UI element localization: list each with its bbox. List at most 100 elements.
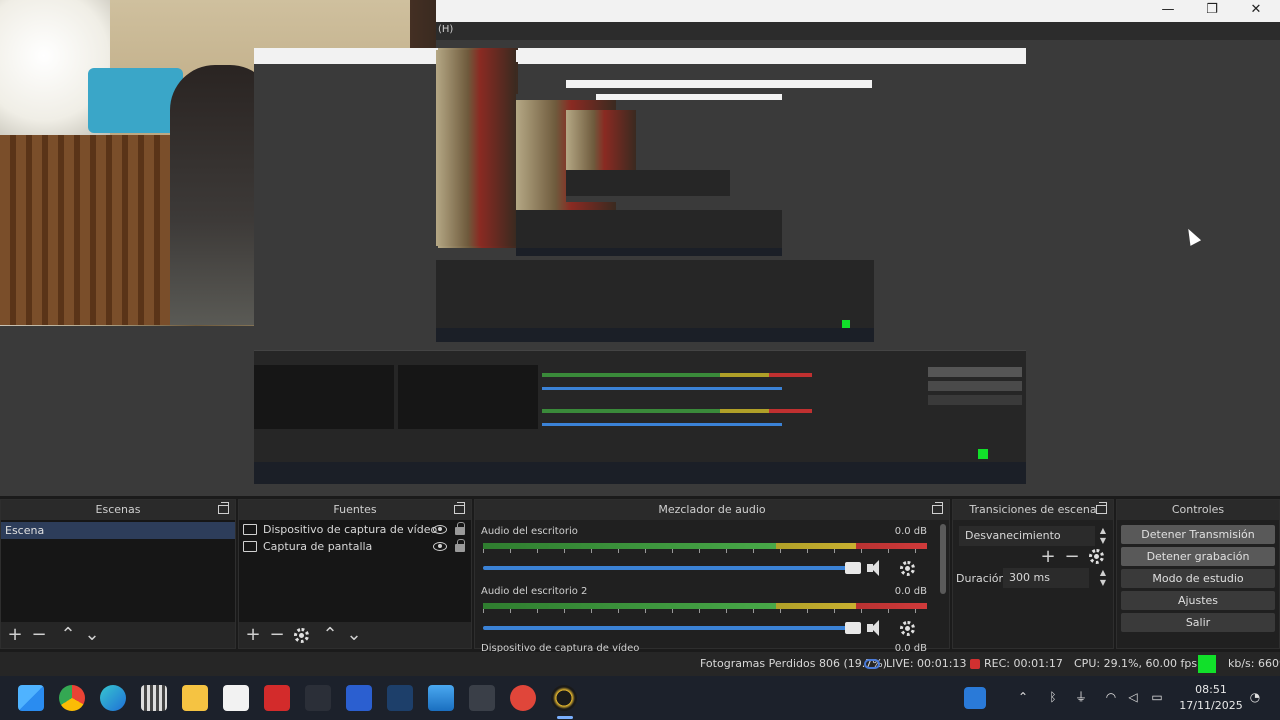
- move-source-up-button[interactable]: ⌃: [319, 624, 341, 646]
- windows-start-icon[interactable]: [18, 685, 44, 711]
- remove-scene-button[interactable]: −: [28, 624, 50, 646]
- duration-input[interactable]: 300 ms: [1003, 568, 1089, 588]
- source-label: Dispositivo de captura de vídeo: [263, 523, 438, 536]
- obs-icon[interactable]: [551, 685, 577, 711]
- sources-title: Fuentes: [239, 500, 471, 520]
- duration-spinner[interactable]: ▲ ▼: [1097, 568, 1109, 588]
- transition-properties-gear-icon[interactable]: [1089, 549, 1104, 564]
- visibility-eye-icon[interactable]: [433, 542, 447, 551]
- chrome-icon[interactable]: [59, 685, 85, 711]
- remove-transition-button[interactable]: −: [1061, 546, 1083, 568]
- edge-icon[interactable]: [100, 685, 126, 711]
- sources-dock: Fuentes Dispositivo de captura de vídeo …: [238, 499, 472, 649]
- store-icon[interactable]: [223, 685, 249, 711]
- controls-dock: Controles Detener Transmisión Detener gr…: [1116, 499, 1280, 649]
- clock-date: 17/11/2025: [1179, 699, 1243, 712]
- usb-icon[interactable]: ⏚: [1074, 690, 1088, 704]
- steam-icon[interactable]: [387, 685, 413, 711]
- exit-button[interactable]: Salir: [1121, 613, 1275, 632]
- source-item[interactable]: Dispositivo de captura de vídeo: [239, 522, 471, 538]
- source-item[interactable]: Captura de pantalla: [239, 539, 471, 555]
- visibility-eye-icon[interactable]: [433, 525, 447, 534]
- remove-source-button[interactable]: −: [266, 624, 288, 646]
- chevron-up-icon[interactable]: ⌃: [1016, 690, 1030, 704]
- lock-icon[interactable]: [455, 539, 465, 552]
- source-properties-gear-icon[interactable]: [294, 628, 309, 643]
- stop-streaming-button[interactable]: Detener Transmisión: [1121, 525, 1275, 544]
- wifi-icon[interactable]: ◠: [1104, 690, 1118, 704]
- move-source-down-button[interactable]: ⌄: [343, 624, 365, 646]
- add-transition-button[interactable]: +: [1037, 546, 1059, 568]
- clapper-icon[interactable]: [141, 685, 167, 711]
- studio-mode-button[interactable]: Modo de estudio: [1121, 569, 1275, 588]
- source-label: Captura de pantalla: [263, 540, 373, 553]
- channel-name: Audio del escritorio 2: [481, 586, 588, 597]
- undock-icon[interactable]: [218, 502, 229, 514]
- capture-icon[interactable]: [469, 685, 495, 711]
- status-bar: Fotogramas Perdidos 806 (19.7%) LIVE: 00…: [0, 652, 1280, 676]
- help-menu[interactable]: (H): [438, 24, 453, 35]
- speaker-icon[interactable]: [867, 560, 885, 576]
- volume-icon[interactable]: ◁: [1126, 690, 1140, 704]
- undock-icon[interactable]: [1096, 502, 1107, 514]
- channel-db: 0.0 dB: [894, 526, 927, 537]
- file-explorer-icon[interactable]: [182, 685, 208, 711]
- rec-time: REC: 00:01:17: [984, 657, 1063, 670]
- monitor-icon: [243, 541, 257, 552]
- pinned-app-icon[interactable]: [964, 687, 986, 709]
- dock-area: Escenas Escena + − ⌃ ⌄ Fuentes Dispositi…: [0, 496, 1280, 653]
- add-scene-button[interactable]: +: [4, 624, 26, 646]
- menu-bar: (H): [436, 22, 1280, 40]
- laundry-basket: [88, 68, 183, 133]
- transitions-dock: Transiciones de escena Desvanecimiento ▲…: [952, 499, 1114, 649]
- terminal-icon[interactable]: [305, 685, 331, 711]
- maximize-button[interactable]: ❐: [1192, 0, 1232, 22]
- bunk-bed: [0, 135, 190, 325]
- settings-button[interactable]: Ajustes: [1121, 591, 1275, 610]
- cpu-usage: CPU: 29.1%, 60.00 fps: [1074, 657, 1198, 670]
- undock-icon[interactable]: [932, 502, 943, 514]
- transition-select-arrows[interactable]: ▲ ▼: [1097, 526, 1109, 546]
- bluetooth-icon[interactable]: ᛒ: [1046, 690, 1060, 704]
- volume-fader[interactable]: [483, 622, 861, 634]
- system-clock[interactable]: 08:51 17/11/2025: [1176, 682, 1246, 714]
- add-source-button[interactable]: +: [242, 624, 264, 646]
- scene-item[interactable]: Escena: [1, 522, 235, 539]
- speaker-icon[interactable]: [867, 620, 885, 636]
- move-scene-down-button[interactable]: ⌄: [81, 624, 103, 646]
- mixer-scrollbar[interactable]: [940, 524, 946, 594]
- live-indicator-icon: [864, 659, 880, 669]
- close-button[interactable]: ✕: [1236, 0, 1276, 22]
- photos-icon[interactable]: [428, 685, 454, 711]
- nested-capture-4: [516, 80, 874, 94]
- channel-settings-gear-icon[interactable]: [900, 561, 915, 576]
- volume-meter: [483, 600, 927, 613]
- nested-capture-6: [566, 110, 730, 202]
- audio-mixer-dock: Mezclador de audio Audio del escritorio …: [474, 499, 950, 653]
- minimize-button[interactable]: —: [1148, 0, 1188, 22]
- word-icon[interactable]: [346, 685, 372, 711]
- battery-icon[interactable]: ▭: [1150, 690, 1164, 704]
- lock-icon[interactable]: [455, 522, 465, 535]
- live-time: LIVE: 00:01:13: [886, 657, 967, 670]
- move-scene-up-button[interactable]: ⌃: [57, 624, 79, 646]
- acrobat-icon[interactable]: [264, 685, 290, 711]
- stop-recording-button[interactable]: Detener grabación: [1121, 547, 1275, 566]
- undock-icon[interactable]: [454, 502, 465, 514]
- preview-canvas[interactable]: — ❐ ✕ (H): [0, 0, 1280, 496]
- fader-knob[interactable]: [845, 562, 861, 574]
- controls-title: Controles: [1117, 500, 1279, 520]
- nested-docks: [254, 350, 1026, 462]
- volume-fader[interactable]: [483, 562, 861, 574]
- notification-bell-icon[interactable]: ◔: [1248, 690, 1262, 704]
- rec-indicator-icon: [970, 659, 980, 669]
- fader-knob[interactable]: [845, 622, 861, 634]
- duration-label: Duración: [956, 572, 1006, 585]
- mixer-title: Mezclador de audio: [475, 500, 949, 520]
- channel-settings-gear-icon[interactable]: [900, 621, 915, 636]
- windows-taskbar: ⌃ ᛒ ⏚ ◠ ◁ ▭ 08:51 17/11/2025 ◔: [0, 676, 1280, 720]
- transition-select[interactable]: Desvanecimiento: [959, 526, 1095, 546]
- office-icon[interactable]: [510, 685, 536, 711]
- scenes-title: Escenas: [1, 500, 235, 520]
- bitrate: kb/s: 6609: [1228, 657, 1280, 670]
